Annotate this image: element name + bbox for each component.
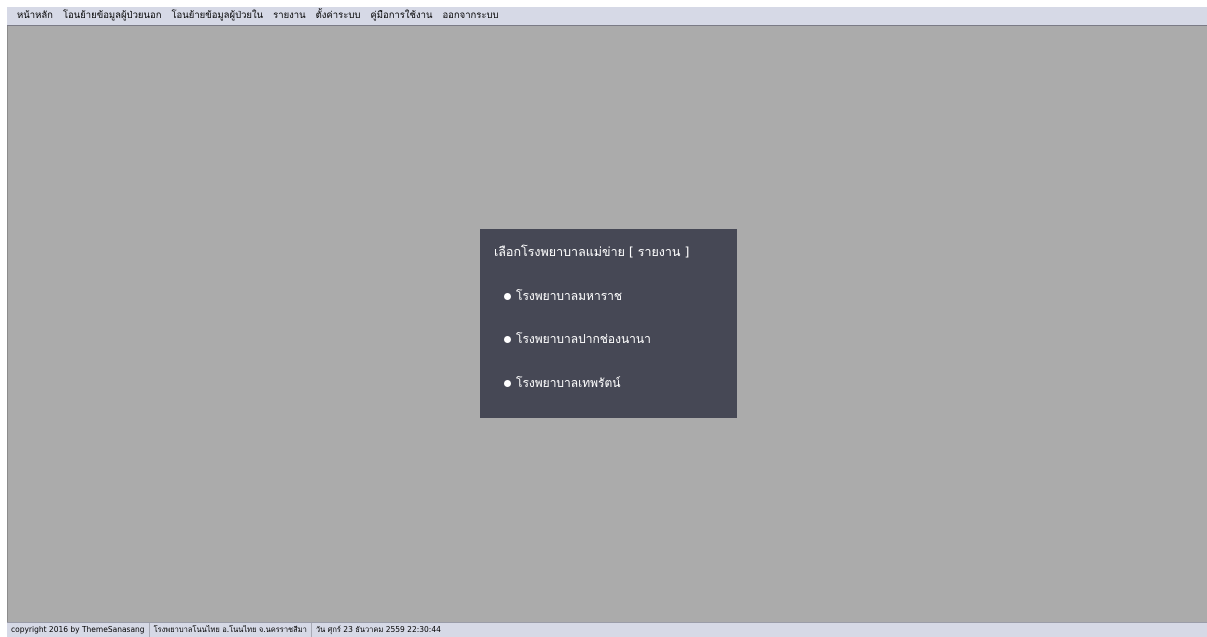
menu-item-settings[interactable]: ตั้งค่าระบบ bbox=[311, 7, 366, 25]
bullet-icon bbox=[504, 336, 511, 343]
menu-item-home[interactable]: หน้าหลัก bbox=[7, 7, 58, 25]
menu-item-transfer-outpatient[interactable]: โอนย้ายข้อมูลผู้ป่วยนอก bbox=[58, 7, 167, 25]
hospital-option-maharat[interactable]: โรงพยาบาลมหาราช bbox=[504, 287, 622, 306]
menu-item-logout[interactable]: ออกจากระบบ bbox=[437, 7, 503, 25]
app-window: หน้าหลัก โอนย้ายข้อมูลผู้ป่วยนอก โอนย้าย… bbox=[7, 7, 1207, 637]
hospital-option-label: โรงพยาบาลปากช่องนานา bbox=[516, 332, 651, 346]
bullet-icon bbox=[504, 380, 511, 387]
status-datetime: วัน ศุกร์ 23 ธันวาคม 2559 22:30:44 bbox=[315, 625, 441, 634]
hospital-option-label: โรงพยาบาลมหาราช bbox=[516, 289, 623, 303]
status-bar: copyright 2016 by ThemeSanasang โรงพยาบา… bbox=[7, 622, 1207, 637]
hospital-option-pakchong-nana[interactable]: โรงพยาบาลปากช่องนานา bbox=[504, 330, 651, 349]
status-copyright: copyright 2016 by ThemeSanasang bbox=[7, 623, 150, 637]
menu-item-manual[interactable]: คู่มือการใช้งาน bbox=[365, 7, 437, 25]
bullet-icon bbox=[504, 293, 511, 300]
dialog-title: เลือกโรงพยาบาลแม่ข่าย [ รายงาน ] bbox=[494, 244, 690, 259]
menu-item-transfer-inpatient[interactable]: โอนย้ายข้อมูลผู้ป่วยใน bbox=[166, 7, 268, 25]
menu-item-reports[interactable]: รายงาน bbox=[268, 7, 310, 25]
workspace: เลือกโรงพยาบาลแม่ข่าย [ รายงาน ] โรงพยาบ… bbox=[7, 26, 1207, 622]
hospital-option-label: โรงพยาบาลเทพรัตน์ bbox=[516, 376, 621, 390]
menu-bar: หน้าหลัก โอนย้ายข้อมูลผู้ป่วยนอก โอนย้าย… bbox=[7, 7, 1207, 26]
hospital-option-theparat[interactable]: โรงพยาบาลเทพรัตน์ bbox=[504, 374, 621, 393]
hospital-select-dialog: เลือกโรงพยาบาลแม่ข่าย [ รายงาน ] โรงพยาบ… bbox=[480, 229, 737, 418]
status-hospital: โรงพยาบาลโนนไทย อ.โนนไทย จ.นครราชสีมา bbox=[150, 623, 312, 637]
